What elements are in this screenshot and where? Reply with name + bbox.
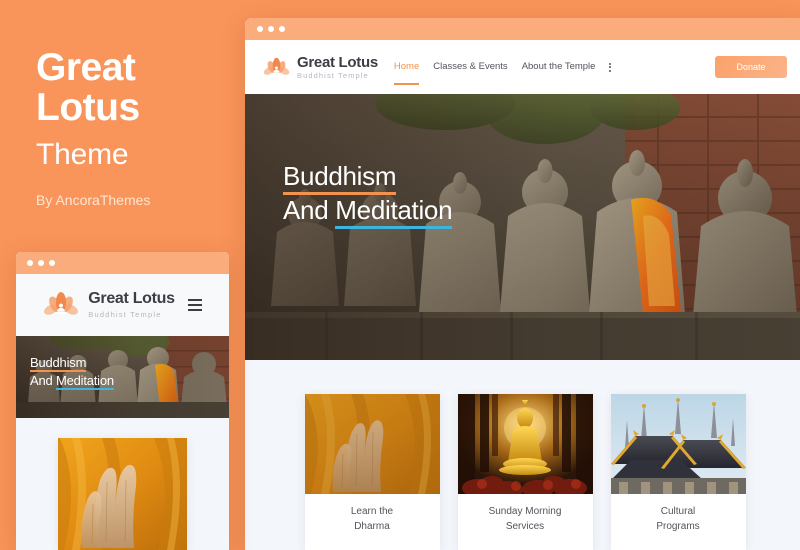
mobile-brand-name: Great Lotus xyxy=(88,290,175,307)
donate-button[interactable]: Donate xyxy=(715,56,787,78)
mobile-brand-text: Great Lotus Buddhist Temple xyxy=(88,290,175,320)
lotus-icon xyxy=(263,54,290,81)
window-chrome-bar xyxy=(245,18,800,40)
hero-headline-line-1: Buddhism xyxy=(283,160,452,195)
window-dot-minimize[interactable] xyxy=(268,26,274,32)
hero-word-buddhism: Buddhism xyxy=(283,161,397,195)
card-title-line-1: Sunday Morning xyxy=(488,506,562,517)
lotus-icon xyxy=(43,287,79,323)
card-title-line-2: Programs xyxy=(656,520,700,532)
site-header: Great Lotus Buddhist Temple Home Classes… xyxy=(245,40,800,94)
mobile-hero-word-buddhism: Buddhism xyxy=(30,355,87,372)
mobile-site-header: Great Lotus Buddhist Temple xyxy=(16,274,229,336)
mobile-preview-window: Great Lotus Buddhist Temple Buddhism And… xyxy=(16,252,229,550)
card-title-line-2: Dharma xyxy=(354,520,390,532)
brand-tagline: Buddhist Temple xyxy=(297,70,369,80)
card-title-cultural-programs: Cultural Programs xyxy=(611,494,746,534)
promo-subtitle: Theme xyxy=(36,137,129,171)
feature-card-sunday-morning-services[interactable]: Sunday Morning Services xyxy=(457,394,593,550)
lotus-icon xyxy=(513,528,537,545)
hero-banner: Buddhism And Meditation xyxy=(245,94,800,360)
feature-card-learn-the-dharma[interactable]: Learn the Dharma xyxy=(304,394,537,550)
mobile-brand-tagline: Buddhist Temple xyxy=(88,310,162,319)
card-title-line-1: Cultural xyxy=(660,506,696,517)
promo-title: Great Lotus xyxy=(36,48,245,128)
card-image-golden-buddha-statue xyxy=(457,394,593,494)
mobile-hero-headline-line-2: And Meditation xyxy=(30,372,114,390)
hamburger-menu-icon[interactable] xyxy=(187,299,202,311)
more-vertical-icon[interactable] xyxy=(609,62,612,72)
card-image-monks-praying-hands xyxy=(304,394,440,494)
mobile-card-image-monks-praying-hands xyxy=(58,438,187,550)
brand-name: Great Lotus xyxy=(297,53,378,71)
feature-card-cultural-programs[interactable]: Cultural Programs xyxy=(513,394,746,550)
window-dot-maximize[interactable] xyxy=(49,260,55,266)
nav-item-about-the-temple[interactable]: About the Temple xyxy=(522,61,596,74)
main-navigation: Home Classes & Events About the Temple xyxy=(393,61,612,85)
hero-headline-line-2: And Meditation xyxy=(283,194,453,229)
nav-item-classes-events[interactable]: Classes & Events xyxy=(433,61,507,74)
mobile-feature-card[interactable] xyxy=(58,438,187,550)
card-image-thai-temple-roof xyxy=(610,394,746,494)
mobile-hero-banner: Buddhism And Meditation xyxy=(16,336,229,418)
window-dot-close[interactable] xyxy=(257,26,263,32)
window-chrome-bar xyxy=(16,252,229,274)
mobile-hero-headline-line-1: Buddhism xyxy=(30,354,114,372)
hero-word-and: And xyxy=(283,194,336,225)
mobile-hero-headline: Buddhism And Meditation xyxy=(30,354,114,390)
card-title-line-1: Learn the xyxy=(350,506,394,517)
feature-cards-section: Learn the Dharma Sunday Morning Services… xyxy=(245,360,800,550)
nav-item-home[interactable]: Home xyxy=(393,61,420,85)
window-dot-close[interactable] xyxy=(27,260,33,266)
window-dot-maximize[interactable] xyxy=(279,26,285,32)
promo-title-line-2: Lotus xyxy=(36,85,140,129)
promo-title-line-1: Great xyxy=(36,46,136,89)
brand-text: Great Lotus Buddhist Temple xyxy=(297,55,378,80)
hero-headline: Buddhism And Meditation xyxy=(283,160,453,229)
promo-byline: By AncoraThemes xyxy=(36,191,151,208)
desktop-preview-window: Great Lotus Buddhist Temple Home Classes… xyxy=(245,18,800,550)
mobile-feature-cards-section xyxy=(16,418,229,550)
mobile-hero-word-and: And xyxy=(30,372,56,388)
window-dot-minimize[interactable] xyxy=(38,260,44,266)
card-title-learn-the-dharma: Learn the Dharma xyxy=(305,494,440,534)
mobile-hero-word-meditation: Meditation xyxy=(55,372,114,390)
hero-word-meditation: Meditation xyxy=(335,194,453,229)
site-logo[interactable]: Great Lotus Buddhist Temple xyxy=(263,54,378,81)
